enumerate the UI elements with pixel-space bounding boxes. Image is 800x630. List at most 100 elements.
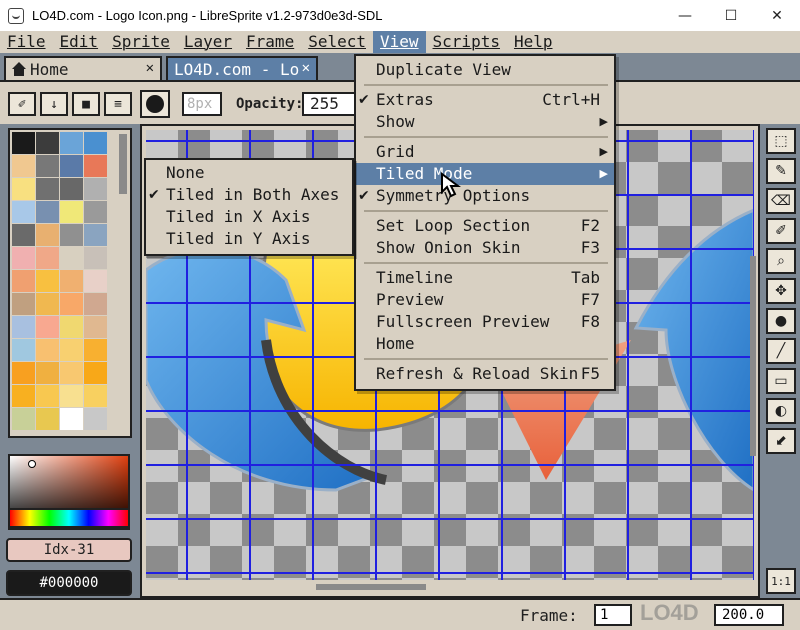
palette-swatch[interactable] [84,178,107,200]
menu-sprite[interactable]: Sprite [105,31,177,53]
palette-swatch[interactable] [12,385,35,407]
fill-tool-icon[interactable]: ● [766,308,796,334]
eyedropper-tool-icon[interactable]: ✐ [766,218,796,244]
menu-view[interactable]: View [373,31,426,53]
palette-swatch[interactable] [60,247,83,269]
view-menu-item[interactable]: Fullscreen Preview F8 [356,311,614,333]
palette-swatch[interactable] [84,132,107,154]
palette-swatch[interactable] [36,247,59,269]
view-menu-item[interactable]: Tiled Mode ▶ [356,163,614,185]
menu-edit[interactable]: Edit [53,31,106,53]
palette-swatch[interactable] [36,385,59,407]
canvas-horizontal-scrollbar[interactable] [146,583,754,591]
palette-swatch[interactable] [60,408,83,430]
palette-swatch[interactable] [60,270,83,292]
palette-swatch[interactable] [36,155,59,177]
view-menu-item[interactable]: Show ▶ [356,111,614,133]
menu-scripts[interactable]: Scripts [426,31,507,53]
palette-swatch[interactable] [36,316,59,338]
palette-swatch[interactable] [84,201,107,223]
palette-swatch[interactable] [60,362,83,384]
ink-down-button[interactable]: ↓ [40,92,68,116]
view-menu-item[interactable]: Refresh & Reload Skin F5 [356,363,614,385]
palette-swatch[interactable] [12,201,35,223]
tiled-mode-option[interactable]: ✔ Tiled in Both Axes [146,184,352,206]
palette-swatch[interactable] [60,201,83,223]
palette-swatch[interactable] [60,155,83,177]
palette-swatch[interactable] [60,385,83,407]
pencil-tool-icon[interactable]: ✎ [766,158,796,184]
palette-swatch[interactable] [36,362,59,384]
palette-swatch[interactable] [36,132,59,154]
pen-mode-button[interactable]: ✐ [8,92,36,116]
palette-swatch[interactable] [12,339,35,361]
palette-swatch[interactable] [36,408,59,430]
palette-swatch[interactable] [84,224,107,246]
horizontal-scroll-thumb[interactable] [316,584,426,590]
palette-swatch[interactable] [12,132,35,154]
brush-type-button[interactable] [140,90,170,118]
palette-swatch[interactable] [84,316,107,338]
zoom-fit-button[interactable]: 1:1 [766,568,796,594]
palette-swatch[interactable] [36,293,59,315]
opacity-field[interactable]: 255 [302,92,360,116]
tab-home[interactable]: Home ✕ [4,56,162,80]
palette-swatch[interactable] [36,178,59,200]
view-menu-item[interactable]: Show Onion Skin F3 [356,237,614,259]
palette-swatch[interactable] [36,201,59,223]
options-menu-button[interactable]: ≡ [104,92,132,116]
maximize-button[interactable]: ☐ [708,0,754,31]
view-menu-item[interactable]: Set Loop Section F2 [356,215,614,237]
minimize-button[interactable]: — [662,0,708,31]
view-menu-item[interactable]: Home [356,333,614,355]
palette-swatch[interactable] [84,385,107,407]
tab-home-close-icon[interactable]: ✕ [146,60,154,76]
fill-shape-button[interactable]: ■ [72,92,100,116]
palette-swatch[interactable] [12,155,35,177]
close-button[interactable]: ✕ [754,0,800,31]
palette-swatch[interactable] [84,293,107,315]
palette-swatch[interactable] [84,155,107,177]
spray-tool-icon[interactable]: ⬋ [766,428,796,454]
palette-swatch[interactable] [36,270,59,292]
palette-swatch[interactable] [60,316,83,338]
brush-size-field[interactable]: 8px [182,92,222,116]
palette-swatch[interactable] [60,293,83,315]
zoom-tool-icon[interactable]: ⌕ [766,248,796,274]
palette-swatch[interactable] [12,224,35,246]
view-menu-item[interactable]: Grid ▶ [356,141,614,163]
contour-tool-icon[interactable]: ◐ [766,398,796,424]
marquee-tool-icon[interactable]: ⬚ [766,128,796,154]
hex-color-field[interactable]: #000000 [6,570,132,596]
palette-swatch[interactable] [84,408,107,430]
move-tool-icon[interactable]: ✥ [766,278,796,304]
line-tool-icon[interactable]: ╱ [766,338,796,364]
zoom-field[interactable]: 200.0 [714,604,784,626]
menu-frame[interactable]: Frame [239,31,301,53]
rectangle-tool-icon[interactable]: ▭ [766,368,796,394]
canvas-vertical-scroll-thumb[interactable] [750,256,756,456]
color-picker-cursor[interactable] [28,460,36,468]
view-menu-item[interactable]: Timeline Tab [356,267,614,289]
hue-slider[interactable] [8,508,130,528]
palette-swatch[interactable] [36,224,59,246]
menu-file[interactable]: File [0,31,53,53]
view-menu-item[interactable]: ✔ Extras Ctrl+H [356,89,614,111]
tiled-mode-option[interactable]: Tiled in X Axis [146,206,352,228]
palette-swatch[interactable] [12,270,35,292]
tiled-mode-option[interactable]: Tiled in Y Axis [146,228,352,250]
palette-swatch[interactable] [60,132,83,154]
palette-swatch[interactable] [84,270,107,292]
tiled-mode-option[interactable]: None [146,162,352,184]
eraser-tool-icon[interactable]: ⌫ [766,188,796,214]
palette-scrollbar[interactable] [119,134,127,194]
menu-layer[interactable]: Layer [177,31,239,53]
view-menu-item[interactable]: Preview F7 [356,289,614,311]
palette-swatch[interactable] [12,362,35,384]
palette-swatch[interactable] [12,247,35,269]
palette-swatch[interactable] [12,178,35,200]
frame-field[interactable]: 1 [594,604,632,626]
palette-swatch[interactable] [60,224,83,246]
menu-help[interactable]: Help [507,31,560,53]
view-menu-item[interactable]: Duplicate View [356,59,614,81]
